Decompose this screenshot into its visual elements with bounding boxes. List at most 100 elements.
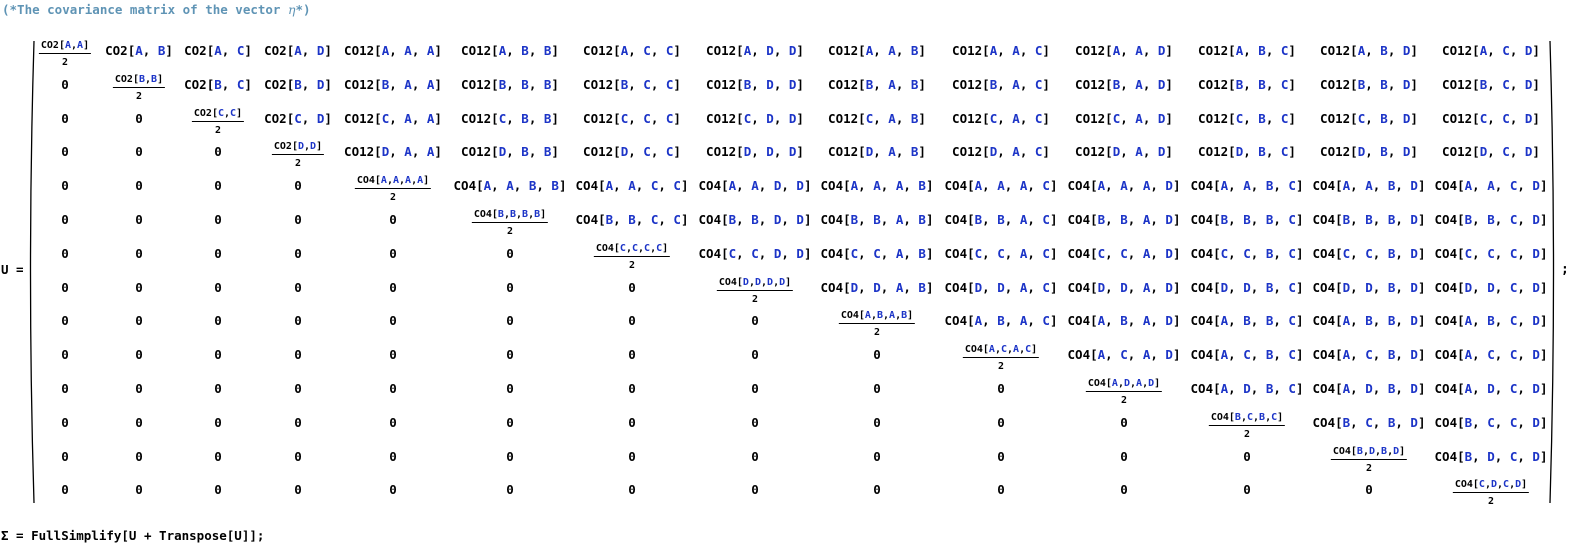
matrix-entry: CO12[D, D, D] xyxy=(706,144,804,160)
matrix-zero: 0 xyxy=(135,211,143,227)
matrix-zero: 0 xyxy=(135,279,143,295)
matrix-entry: CO12[A, B, D] xyxy=(1320,42,1418,58)
matrix-zero: 0 xyxy=(873,380,881,396)
matrix-zero: 0 xyxy=(873,448,881,464)
matrix-entry: CO12[B, A, C] xyxy=(952,76,1050,92)
matrix-entry: CO4[B, B, B, D] xyxy=(1312,211,1426,227)
matrix-entry: CO4[A, D, B, D] xyxy=(1312,380,1426,396)
matrix-entry: CO12[B, C, C] xyxy=(583,76,681,92)
matrix-zero: 0 xyxy=(214,414,222,430)
matrix-zero: 0 xyxy=(506,448,514,464)
matrix-zero: 0 xyxy=(506,414,514,430)
matrix-zero: 0 xyxy=(389,414,397,430)
matrix-zero: 0 xyxy=(1120,448,1128,464)
matrix-entry: CO4[B, B, A, D] xyxy=(1067,211,1181,227)
matrix-zero: 0 xyxy=(1243,482,1251,498)
matrix-entry: CO12[B, A, B] xyxy=(828,76,926,92)
matrix-zero: 0 xyxy=(506,482,514,498)
matrix-zero: 0 xyxy=(628,313,636,329)
matrix-diagonal-fraction: CO4[A,D,A,D] 2 xyxy=(1085,378,1163,406)
matrix-entry: CO12[C, B, D] xyxy=(1320,110,1418,126)
matrix-zero: 0 xyxy=(628,448,636,464)
matrix-entry: CO12[C, A, B] xyxy=(828,110,926,126)
matrix-zero: 0 xyxy=(135,245,143,261)
matrix-entry: CO4[A, B, C, D] xyxy=(1434,313,1548,329)
matrix-diagonal-fraction: CO4[A,B,A,B] 2 xyxy=(838,310,916,339)
matrix-diagonal-fraction: CO2[C,C] 2 xyxy=(191,107,245,136)
matrix-entry: CO12[B, D, D] xyxy=(706,76,804,92)
matrix-zero: 0 xyxy=(135,380,143,396)
matrix-zero: 0 xyxy=(628,279,636,295)
matrix-entry: CO4[A, C, A, D] xyxy=(1067,346,1181,362)
matrix-entry: CO4[C, C, A, D] xyxy=(1067,245,1181,261)
matrix-entry: CO12[A, B, B] xyxy=(461,42,559,58)
matrix-zero: 0 xyxy=(214,380,222,396)
matrix-entry: CO12[B, A, D] xyxy=(1075,76,1173,92)
matrix-entry: CO4[B, C, C, D] xyxy=(1434,414,1548,430)
matrix-zero: 0 xyxy=(294,346,302,362)
matrix-entry: CO12[D, A, B] xyxy=(828,144,926,160)
matrix-entry: CO12[D, A, A] xyxy=(344,144,442,160)
matrix-entry: CO4[A, A, D, D] xyxy=(698,177,812,193)
matrix-entry: CO4[A, A, C, D] xyxy=(1434,177,1548,193)
matrix-entry: CO12[D, B, D] xyxy=(1320,144,1418,160)
matrix-zero: 0 xyxy=(506,380,514,396)
matrix-zero: 0 xyxy=(389,279,397,295)
matrix-entry: CO4[A, D, C, D] xyxy=(1434,380,1548,396)
matrix-zero: 0 xyxy=(61,110,69,126)
matrix-diagonal-fraction: CO4[B,D,B,D] 2 xyxy=(1330,445,1408,474)
matrix-entry: CO2[B, C] xyxy=(184,76,252,92)
matrix-entry: CO12[B, B, D] xyxy=(1320,76,1418,92)
matrix-zero: 0 xyxy=(873,482,881,498)
sigma-expression[interactable]: Σ = FullSimplify[U + Transpose[U]]; xyxy=(1,528,264,543)
matrix-zero: 0 xyxy=(751,414,759,430)
matrix-zero: 0 xyxy=(751,448,759,464)
matrix-zero: 0 xyxy=(135,177,143,193)
matrix-diagonal-fraction: CO4[A,A,A,A] 2 xyxy=(354,175,432,204)
matrix-entry: CO12[D, A, D] xyxy=(1075,144,1173,160)
matrix-entry: CO12[D, B, B] xyxy=(461,144,559,160)
matrix-zero: 0 xyxy=(294,482,302,498)
matrix-zero: 0 xyxy=(506,313,514,329)
matrix-entry: CO4[A, B, A, D] xyxy=(1067,313,1181,329)
matrix-zero: 0 xyxy=(61,482,69,498)
matrix-zero: 0 xyxy=(389,448,397,464)
matrix-entry: CO4[A, B, A, C] xyxy=(944,313,1058,329)
matrix-entry: CO12[C, D, D] xyxy=(706,110,804,126)
matrix-diagonal-fraction: CO4[A,C,A,C] 2 xyxy=(962,344,1040,373)
matrix-zero: 0 xyxy=(61,211,69,227)
matrix-zero: 0 xyxy=(214,245,222,261)
matrix-diagonal-fraction: CO2[A,A] 2 xyxy=(38,40,92,68)
matrix-entry: CO4[B, B, C, D] xyxy=(1434,211,1548,227)
matrix-zero: 0 xyxy=(1120,482,1128,498)
matrix-zero: 0 xyxy=(61,76,69,92)
matrix-entry: CO2[C, D] xyxy=(264,110,332,126)
matrix-zero: 0 xyxy=(389,380,397,396)
matrix-entry: CO4[D, D, A, D] xyxy=(1067,279,1181,295)
matrix-entry: CO4[C, C, C, D] xyxy=(1434,245,1548,261)
matrix-zero: 0 xyxy=(506,245,514,261)
matrix-entry: CO4[A, B, B, D] xyxy=(1312,313,1426,329)
matrix-entry: CO12[C, B, B] xyxy=(461,110,559,126)
matrix-zero: 0 xyxy=(135,144,143,160)
matrix-entry: CO2[B, D] xyxy=(264,76,332,92)
matrix-entry: CO4[A, A, A, D] xyxy=(1067,177,1181,193)
matrix-entry: CO12[C, C, C] xyxy=(583,110,681,126)
matrix-entry: CO4[A, C, C, D] xyxy=(1434,346,1548,362)
matrix-entry: CO12[C, A, C] xyxy=(952,110,1050,126)
matrix-entry: CO4[A, C, B, D] xyxy=(1312,346,1426,362)
matrix-zero: 0 xyxy=(294,414,302,430)
matrix-zero: 0 xyxy=(61,414,69,430)
matrix-zero: 0 xyxy=(61,279,69,295)
matrix-zero: 0 xyxy=(628,482,636,498)
matrix-diagonal-fraction: CO4[B,B,B,B] 2 xyxy=(471,209,549,237)
matrix-zero: 0 xyxy=(214,177,222,193)
matrix-zero: 0 xyxy=(389,245,397,261)
matrix-zero: 0 xyxy=(214,448,222,464)
matrix-entry: CO4[D, D, B, D] xyxy=(1312,279,1426,295)
matrix-entry: CO4[A, A, B, C] xyxy=(1190,177,1304,193)
matrix-zero: 0 xyxy=(61,346,69,362)
matrix-zero: 0 xyxy=(61,177,69,193)
matrix-zero: 0 xyxy=(751,482,759,498)
matrix-entry: CO4[A, A, B, B] xyxy=(453,177,567,193)
